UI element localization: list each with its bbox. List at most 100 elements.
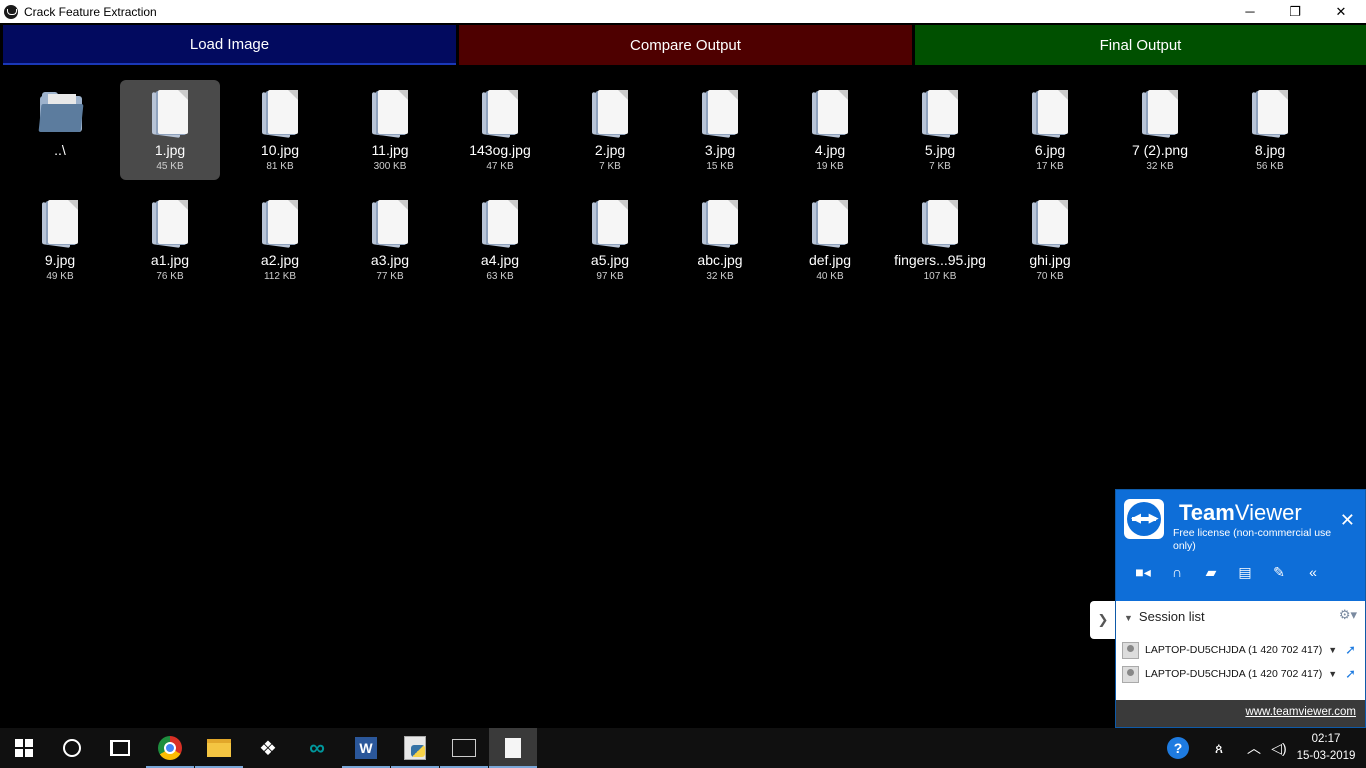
- teamviewer-brand: TeamViewer: [1179, 500, 1302, 525]
- cortana-button[interactable]: [48, 728, 96, 768]
- file-item[interactable]: abc.jpg 32 KB: [670, 190, 770, 290]
- taskbar-chrome[interactable]: [146, 728, 194, 768]
- file-item[interactable]: 1.jpg 45 KB: [120, 80, 220, 180]
- session-row[interactable]: LAPTOP-DU5CHJDA (1 420 702 417) ▼ ➚: [1122, 641, 1356, 659]
- chevron-up-icon[interactable]: ︿: [1244, 728, 1264, 768]
- file-item[interactable]: 3.jpg 15 KB: [670, 80, 770, 180]
- taskbar-document-app[interactable]: [489, 728, 537, 768]
- file-item[interactable]: def.jpg 40 KB: [780, 190, 880, 290]
- taskbar-word[interactable]: W: [342, 728, 390, 768]
- compare-output-button[interactable]: Compare Output: [459, 25, 912, 65]
- file-icon: [150, 90, 190, 138]
- file-size: 81 KB: [266, 161, 294, 172]
- file-explorer-icon: [207, 739, 231, 757]
- file-size: 7 KB: [929, 161, 951, 172]
- minimize-button[interactable]: ─: [1227, 0, 1273, 23]
- file-name: a3.jpg: [370, 252, 410, 268]
- file-name: 8.jpg: [1254, 142, 1286, 158]
- expand-arrow-icon[interactable]: ❯: [1090, 601, 1116, 639]
- document-app-icon: [505, 738, 521, 758]
- file-item[interactable]: 9.jpg 49 KB: [10, 190, 110, 290]
- file-icon: [810, 90, 850, 138]
- task-view-button[interactable]: [96, 728, 144, 768]
- taskbar-cmd[interactable]: [440, 728, 488, 768]
- maximize-button[interactable]: ❐: [1272, 0, 1318, 23]
- file-icon: [480, 200, 520, 248]
- file-item[interactable]: 2.jpg 7 KB: [560, 80, 660, 180]
- teamviewer-header: TeamViewer Free license (non-commercial …: [1116, 490, 1365, 601]
- file-name: abc.jpg: [697, 252, 743, 268]
- file-size: 107 KB: [923, 271, 957, 282]
- file-size: 15 KB: [706, 161, 734, 172]
- final-output-button[interactable]: Final Output: [915, 25, 1366, 65]
- file-item[interactable]: 5.jpg 7 KB: [890, 80, 990, 180]
- close-button[interactable]: ✕: [1318, 0, 1364, 23]
- volume-icon[interactable]: ◁): [1268, 728, 1290, 768]
- file-icon: [150, 200, 190, 248]
- video-icon[interactable]: ■◂: [1126, 562, 1160, 582]
- file-transfer-icon[interactable]: ▤: [1228, 562, 1262, 582]
- file-icon: [480, 90, 520, 138]
- connect-cursor-icon[interactable]: ➚: [1345, 666, 1356, 682]
- file-icon: [700, 90, 740, 138]
- file-name: 5.jpg: [924, 142, 956, 158]
- file-item[interactable]: ghi.jpg 70 KB: [1000, 190, 1100, 290]
- clock-date: 15-03-2019: [1296, 750, 1356, 762]
- file-item[interactable]: a5.jpg 97 KB: [560, 190, 660, 290]
- file-size: 300 KB: [373, 161, 407, 172]
- teamviewer-link[interactable]: www.teamviewer.com: [1245, 706, 1356, 718]
- file-item[interactable]: a2.jpg 112 KB: [230, 190, 330, 290]
- collapse-icon[interactable]: «: [1296, 562, 1330, 582]
- file-name: a5.jpg: [590, 252, 630, 268]
- file-item[interactable]: 8.jpg 56 KB: [1220, 80, 1320, 180]
- file-item[interactable]: a1.jpg 76 KB: [120, 190, 220, 290]
- python-icon: [404, 736, 426, 760]
- file-size: 56 KB: [1256, 161, 1284, 172]
- system-clock[interactable]: 02:17 15-03-2019: [1290, 731, 1362, 765]
- word-icon: W: [355, 737, 377, 759]
- taskbar-python[interactable]: [391, 728, 439, 768]
- load-image-button[interactable]: Load Image: [3, 25, 456, 65]
- gear-icon[interactable]: ⚙▾: [1339, 607, 1357, 623]
- file-item[interactable]: 6.jpg 17 KB: [1000, 80, 1100, 180]
- session-list-header[interactable]: ▼ Session list: [1124, 609, 1205, 624]
- file-icon: [370, 200, 410, 248]
- file-item[interactable]: a4.jpg 63 KB: [450, 190, 550, 290]
- file-item[interactable]: 7 (2).png 32 KB: [1110, 80, 1210, 180]
- teamviewer-toolbar: ■◂ ∩ ▰ ▤ ✎ «: [1126, 562, 1330, 582]
- file-name: ghi.jpg: [1029, 252, 1071, 268]
- file-item[interactable]: a3.jpg 77 KB: [340, 190, 440, 290]
- file-icon: [700, 200, 740, 248]
- collapse-triangle-icon: ▼: [1124, 613, 1133, 623]
- taskbar-dropbox[interactable]: ❖: [244, 728, 292, 768]
- file-item[interactable]: 4.jpg 19 KB: [780, 80, 880, 180]
- file-size: 112 KB: [263, 271, 297, 282]
- dropdown-icon[interactable]: ▼: [1328, 645, 1337, 655]
- start-button[interactable]: [0, 728, 48, 768]
- people-icon[interactable]: ጰ: [1206, 728, 1232, 768]
- connect-cursor-icon[interactable]: ➚: [1345, 642, 1356, 658]
- file-item[interactable]: fingers...95.jpg 107 KB: [890, 190, 990, 290]
- file-item[interactable]: ..\: [10, 80, 110, 180]
- file-item[interactable]: 143og.jpg 47 KB: [450, 80, 550, 180]
- file-size: 97 KB: [596, 271, 624, 282]
- session-row[interactable]: LAPTOP-DU5CHJDA (1 420 702 417) ▼ ➚: [1122, 665, 1356, 683]
- title-bar: Crack Feature Extraction ─ ❐ ✕: [0, 0, 1366, 23]
- taskbar-file-explorer[interactable]: [195, 728, 243, 768]
- folder-icon: [38, 90, 84, 138]
- file-icon: [920, 90, 960, 138]
- file-size: 32 KB: [1146, 161, 1174, 172]
- file-item[interactable]: 11.jpg 300 KB: [340, 80, 440, 180]
- headset-icon[interactable]: ∩: [1160, 562, 1194, 582]
- chat-icon[interactable]: ▰: [1194, 562, 1228, 582]
- file-icon: [590, 90, 630, 138]
- teamviewer-close-icon[interactable]: ✕: [1340, 510, 1355, 531]
- task-view-icon: [110, 740, 130, 756]
- whiteboard-icon[interactable]: ✎: [1262, 562, 1296, 582]
- file-item[interactable]: 10.jpg 81 KB: [230, 80, 330, 180]
- teamviewer-footer: www.teamviewer.com: [1116, 700, 1365, 727]
- help-tray-button[interactable]: ?: [1164, 728, 1192, 768]
- cortana-icon: [63, 739, 81, 757]
- dropdown-icon[interactable]: ▼: [1328, 669, 1337, 679]
- taskbar-arduino[interactable]: ∞: [293, 728, 341, 768]
